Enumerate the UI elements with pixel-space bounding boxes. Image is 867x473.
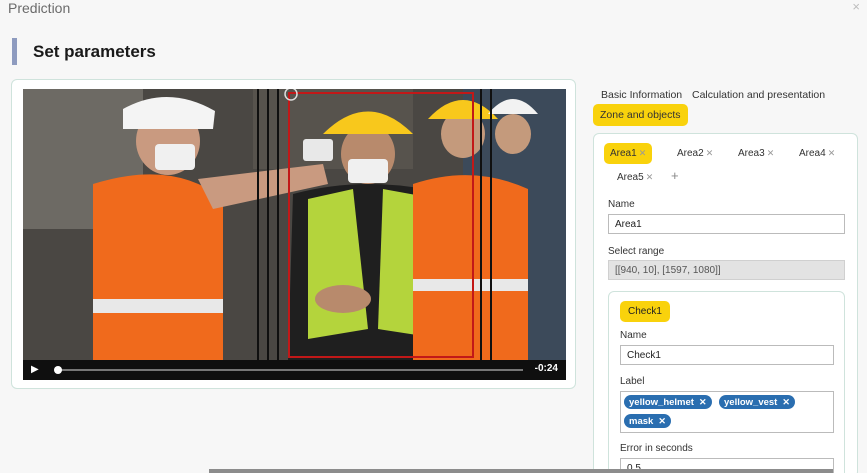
area-tab-label: Area2: [677, 148, 704, 159]
remove-icon[interactable]: ✕: [646, 172, 654, 182]
remove-tag-icon[interactable]: ✕: [782, 397, 790, 407]
area-tab-label: Area3: [738, 148, 765, 159]
check-tab-check1[interactable]: Check1: [620, 301, 670, 322]
remove-icon[interactable]: ✕: [639, 148, 647, 158]
area-tab-area3[interactable]: Area3 ✕: [732, 143, 780, 164]
label-label: Label: [620, 376, 645, 387]
tab-calculation-and-presentation[interactable]: Calculation and presentation: [685, 84, 832, 106]
tag-yellow-vest: yellow_vest ✕: [719, 395, 795, 409]
horizontal-scrollbar[interactable]: [209, 469, 833, 473]
tag-mask: mask ✕: [624, 414, 671, 428]
check-name-label: Name: [620, 330, 647, 341]
tab-basic-information[interactable]: Basic Information: [594, 84, 689, 106]
seek-thumb[interactable]: [54, 366, 62, 374]
area-tab-area4[interactable]: Area4 ✕: [793, 143, 841, 164]
tag-yellow-helmet: yellow_helmet ✕: [624, 395, 712, 409]
tag-label: yellow_vest: [724, 397, 778, 408]
remove-tag-icon[interactable]: ✕: [658, 416, 666, 426]
area-name-input[interactable]: [608, 214, 845, 234]
label-tag-input[interactable]: yellow_helmet ✕ yellow_vest ✕ mask ✕: [620, 391, 834, 433]
section-accent-bar: [12, 38, 17, 65]
check-panel: Check1 Name Label yellow_helmet ✕ yellow_…: [608, 291, 845, 473]
check-name-input[interactable]: [620, 345, 834, 365]
tag-label: mask: [629, 416, 654, 427]
area-tab-label: Area4: [799, 148, 826, 159]
area-tab-area1[interactable]: Area1 ✕: [604, 143, 653, 164]
area-tab-area5[interactable]: Area5 ✕: [611, 167, 659, 188]
name-label: Name: [608, 199, 635, 210]
time-remaining: -0:24: [534, 363, 558, 374]
add-area-icon[interactable]: +: [671, 168, 679, 183]
area-tab-label: Area5: [617, 172, 644, 183]
video-scene-image: [23, 89, 566, 360]
select-range-label: Select range: [608, 246, 665, 257]
tag-label: yellow_helmet: [629, 397, 694, 408]
remove-icon[interactable]: ✕: [706, 148, 714, 158]
seek-bar[interactable]: [57, 369, 523, 371]
play-icon[interactable]: ▶: [31, 364, 43, 376]
error-in-seconds-label: Error in seconds: [620, 443, 693, 454]
remove-icon[interactable]: ✕: [828, 148, 836, 158]
video-controls: ▶ -0:24: [23, 360, 566, 380]
page-title: Set parameters: [33, 42, 156, 61]
tab-zone-and-objects[interactable]: Zone and objects: [593, 104, 688, 126]
video-frame[interactable]: [23, 89, 566, 360]
area-tab-label: Area1: [610, 148, 637, 159]
close-icon[interactable]: ×: [852, 0, 860, 14]
zone-panel: Area1 ✕ Area2 ✕ Area3 ✕ Area4 ✕ Area5 ✕ + Nam…: [593, 133, 858, 473]
remove-icon[interactable]: ✕: [767, 148, 775, 158]
area-tab-area2[interactable]: Area2 ✕: [671, 143, 719, 164]
window-title: Prediction: [8, 0, 71, 16]
select-range-input: [608, 260, 845, 280]
remove-tag-icon[interactable]: ✕: [699, 397, 707, 407]
video-card: ▶ -0:24: [11, 79, 576, 389]
